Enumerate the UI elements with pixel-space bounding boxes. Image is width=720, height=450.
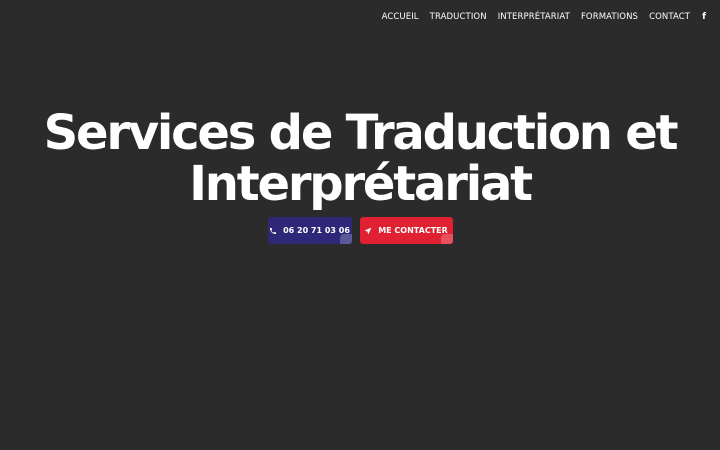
page: ACCUEIL TRADUCTION INTERPRÉTARIAT FORMAT… (0, 0, 720, 450)
nav-item-accueil[interactable]: ACCUEIL (382, 12, 419, 22)
nav-item-formations[interactable]: FORMATIONS (581, 12, 638, 22)
hero-title: Services de Traduction et Interprétariat (0, 108, 720, 210)
button-corner-accent (440, 234, 453, 244)
nav-item-contact[interactable]: CONTACT (649, 12, 690, 22)
hero-title-line-1: Services de Traduction et (43, 105, 679, 161)
send-arrow-icon (364, 227, 372, 235)
button-corner-accent (339, 234, 352, 244)
phone-icon (269, 227, 277, 235)
contact-button[interactable]: ME CONTACTER (359, 217, 453, 244)
contact-button-label: ME CONTACTER (378, 226, 448, 235)
facebook-icon[interactable]: f (702, 12, 706, 22)
phone-number-label: 06 20 71 03 06 (283, 226, 350, 235)
nav-item-interpretariat[interactable]: INTERPRÉTARIAT (498, 12, 570, 22)
phone-button[interactable]: 06 20 71 03 06 (267, 217, 352, 244)
nav-item-traduction[interactable]: TRADUCTION (430, 12, 487, 22)
top-navigation: ACCUEIL TRADUCTION INTERPRÉTARIAT FORMAT… (382, 12, 706, 22)
hero-title-line-2: Interprétariat (189, 156, 533, 212)
cta-buttons: 06 20 71 03 06 ME CONTACTER (0, 217, 720, 244)
